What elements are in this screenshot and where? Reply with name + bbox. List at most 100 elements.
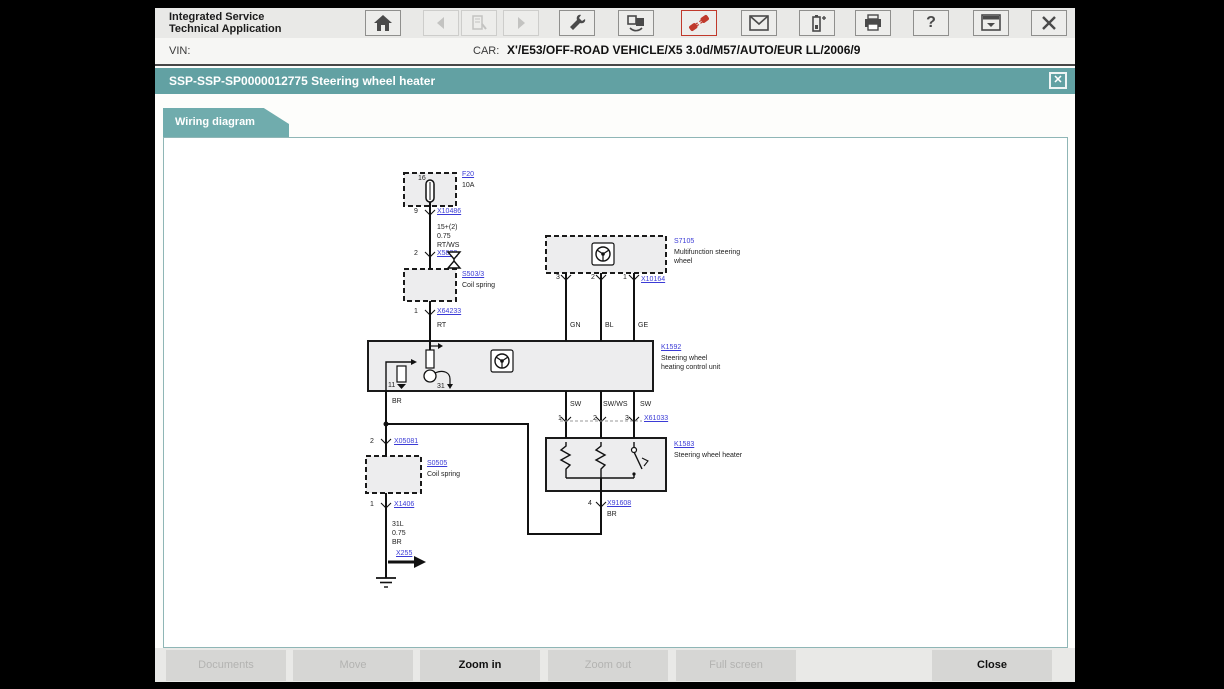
home-icon bbox=[373, 14, 393, 32]
tab-wiring-diagram[interactable]: Wiring diagram bbox=[163, 108, 289, 137]
fuse-rating: 10A bbox=[462, 182, 474, 190]
wire-gauge: 0.75 bbox=[437, 233, 451, 241]
wire-color: RT/WS bbox=[437, 242, 459, 250]
vin-label: VIN: bbox=[169, 45, 190, 57]
ground-circuit: 31L bbox=[392, 521, 404, 529]
forward-button bbox=[503, 10, 539, 36]
wiring-diagram-panel: 16 F20 10A 9 X10486 15+(2) 0.75 RT/WS 2 … bbox=[163, 137, 1068, 648]
pin-x1406: 1 bbox=[370, 501, 374, 509]
ground-gauge: 0.75 bbox=[392, 530, 406, 538]
wire-circuit: 15+(2) bbox=[437, 224, 457, 232]
pin-x05081: 2 bbox=[370, 438, 374, 446]
terminal-31: 31 bbox=[437, 383, 445, 391]
link-x10486[interactable]: X10486 bbox=[437, 208, 461, 216]
envelope-icon bbox=[749, 15, 769, 31]
document-pencil-icon bbox=[470, 14, 488, 32]
printer-icon bbox=[863, 14, 883, 32]
vehicle-info-bar: VIN: CAR: X'/E53/OFF-ROAD VEHICLE/X5 3.0… bbox=[155, 38, 1075, 66]
coil-spring-upper-box bbox=[404, 269, 456, 301]
multifunction-steering-wheel-box bbox=[546, 236, 666, 273]
pin-x10486: 9 bbox=[414, 208, 418, 216]
mfl-pin-3: 3 bbox=[556, 274, 560, 282]
control-unit-box bbox=[368, 341, 653, 391]
zoom-out-button: Zoom out bbox=[548, 650, 668, 681]
close-document-button[interactable]: ✕ bbox=[1049, 72, 1067, 89]
control-ground-pin: 11 bbox=[388, 382, 395, 390]
print-button[interactable] bbox=[855, 10, 891, 36]
workshop-system-button[interactable] bbox=[618, 10, 654, 36]
wrench-icon bbox=[567, 13, 587, 33]
link-x255[interactable]: X255 bbox=[396, 550, 412, 558]
help-button[interactable]: ? bbox=[913, 10, 949, 36]
coil-spring-upper-label: Coil spring bbox=[462, 282, 495, 290]
mfl-label-2: wheel bbox=[674, 258, 692, 266]
out-pin-1: 1 bbox=[558, 415, 562, 423]
link-x05081[interactable]: X05081 bbox=[394, 438, 418, 446]
link-x1406[interactable]: X1406 bbox=[394, 501, 414, 509]
question-mark-icon: ? bbox=[926, 14, 936, 32]
link-x64233[interactable]: X64233 bbox=[437, 308, 461, 316]
control-unit-label-1: Steering wheel bbox=[661, 355, 707, 363]
coil-spring-lower-label: Coil spring bbox=[427, 471, 460, 479]
control-unit-label-2: heating control unit bbox=[661, 364, 720, 372]
pin-x64233: 1 bbox=[414, 308, 418, 316]
out-pin-2: 2 bbox=[593, 415, 597, 423]
ista-window: Integrated Service Technical Application bbox=[155, 8, 1075, 682]
ground-wire-color: BR bbox=[392, 539, 402, 547]
zoom-in-button[interactable]: Zoom in bbox=[420, 650, 540, 681]
link-coil-spring-lower[interactable]: S0505 bbox=[427, 460, 447, 468]
heater-label: Steering wheel heater bbox=[674, 452, 742, 460]
home-button[interactable] bbox=[365, 10, 401, 36]
battery-icon bbox=[807, 13, 827, 33]
tools-button[interactable] bbox=[559, 10, 595, 36]
heater-box bbox=[546, 438, 666, 491]
back-button bbox=[423, 10, 459, 36]
main-toolbar: Integrated Service Technical Application bbox=[155, 8, 1075, 39]
fuse-link[interactable]: F20 bbox=[462, 171, 474, 179]
messages-button[interactable] bbox=[741, 10, 777, 36]
footer-button-bar: Documents Move Zoom in Zoom out Full scr… bbox=[155, 648, 1075, 682]
wire-bl: BL bbox=[605, 322, 614, 330]
close-app-button[interactable] bbox=[1031, 10, 1067, 36]
wire-ge: GE bbox=[638, 322, 648, 330]
document-title-bar: SSP-SSP-SP0000012775 Steering wheel heat… bbox=[155, 68, 1075, 94]
fuse-box bbox=[404, 173, 456, 206]
wire-gn: GN bbox=[570, 322, 581, 330]
mfl-label-1: Multifunction steering bbox=[674, 249, 740, 257]
forward-arrow-icon bbox=[514, 16, 528, 30]
connection-status-button[interactable] bbox=[681, 10, 717, 36]
wire-sw-1: SW bbox=[570, 401, 581, 409]
car-label: CAR: bbox=[473, 45, 499, 57]
heater-pin: 4 bbox=[588, 500, 592, 508]
window-down-icon bbox=[981, 14, 1001, 32]
link-x10164[interactable]: X10164 bbox=[641, 276, 665, 284]
wiring-diagram-canvas bbox=[164, 138, 1067, 647]
link-x61033[interactable]: X61033 bbox=[644, 415, 668, 423]
app-title: Integrated Service Technical Application bbox=[169, 11, 281, 35]
link-heater[interactable]: K1583 bbox=[674, 441, 694, 449]
documents-button: Documents bbox=[166, 650, 286, 681]
close-button[interactable]: Close bbox=[932, 650, 1052, 681]
mfl-pin-1: 1 bbox=[623, 274, 627, 282]
mfl-pin-2: 2 bbox=[591, 274, 595, 282]
move-button: Move bbox=[293, 650, 413, 681]
coil-spring-lower-box bbox=[366, 456, 421, 493]
link-coil-spring-upper[interactable]: S503/3 bbox=[462, 271, 484, 279]
wire-color-rt: RT bbox=[437, 322, 446, 330]
minimize-window-button[interactable] bbox=[973, 10, 1009, 36]
back-arrow-icon bbox=[434, 16, 448, 30]
mfl-id[interactable]: S7105 bbox=[674, 238, 694, 246]
car-value: X'/E53/OFF-ROAD VEHICLE/X5 3.0d/M57/AUTO… bbox=[507, 43, 860, 57]
wire-sw-2: SW bbox=[640, 401, 651, 409]
link-x91608[interactable]: X91608 bbox=[607, 500, 631, 508]
fuse-pin: 16 bbox=[418, 175, 426, 183]
broken-connection-icon bbox=[688, 13, 710, 33]
battery-button[interactable] bbox=[799, 10, 835, 36]
wire-sw-ws: SW/WS bbox=[603, 401, 628, 409]
session-documents-button bbox=[461, 10, 497, 36]
wire-br-left: BR bbox=[392, 398, 402, 406]
link-control-unit[interactable]: K1592 bbox=[661, 344, 681, 352]
wire-br-heater: BR bbox=[607, 511, 617, 519]
desktop: { "header": { "title_line1": "Integrated… bbox=[0, 0, 1224, 689]
dual-display-icon bbox=[626, 13, 646, 33]
